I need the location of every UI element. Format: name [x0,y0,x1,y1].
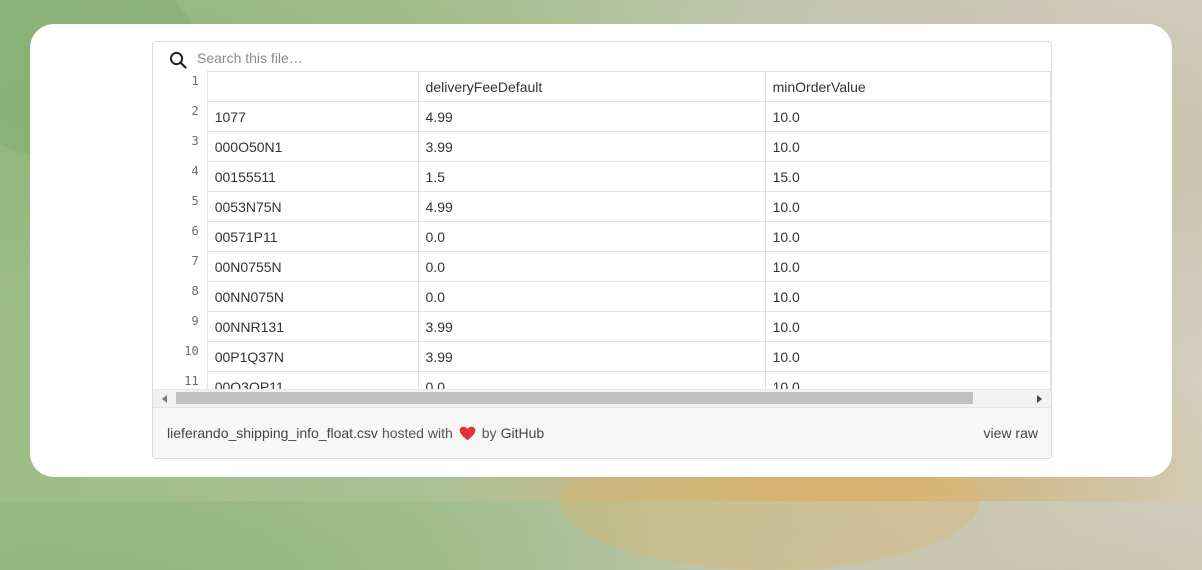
table-row: 10 00P1Q37N 3.99 10.0 [153,341,1051,372]
table-cell-min-order: 15.0 [764,161,1051,192]
table-row: 4 00155511 1.5 15.0 [153,161,1051,192]
embed-footer: lieferando_shipping_info_float.csv hoste… [153,407,1051,458]
search-input[interactable] [195,46,699,70]
table-cell-delivery-fee: 0.0 [417,251,766,282]
scroll-left-arrow-icon[interactable] [162,395,167,403]
table-row: 7 00N0755N 0.0 10.0 [153,251,1051,282]
scroll-right-arrow-icon[interactable] [1037,395,1042,403]
table-cell-id [206,71,419,102]
table-row: 8 00NN075N 0.0 10.0 [153,281,1051,312]
table-cell-min-order: 10.0 [764,131,1051,162]
search-bar [153,42,1051,71]
table-header-row: 1 deliveryFeeDefault minOrderValue [153,71,1051,102]
by-text: by [481,425,497,441]
table-cell-id: 0053N75N [206,191,419,222]
csv-table: 1 deliveryFeeDefault minOrderValue 2 1077 4.9… [153,71,1051,402]
line-number[interactable]: 6 [153,222,207,252]
hosted-with-text: hosted with [381,425,453,441]
view-raw-link[interactable]: view raw [984,425,1038,441]
table-cell-id: 00P1Q37N [206,341,419,372]
table-cell-min-order: minOrderValue [764,71,1051,102]
table-cell-min-order: 10.0 [764,341,1051,372]
line-number[interactable]: 3 [153,132,207,162]
table-cell-min-order: 10.0 [764,281,1051,312]
table-row: 9 00NNR131 3.99 10.0 [153,311,1051,342]
table-cell-id: 00155511 [206,161,419,192]
table-row: 6 00571P11 0.0 10.0 [153,221,1051,252]
table-cell-delivery-fee: 4.99 [417,191,766,222]
table-cell-id: 00NNR131 [206,311,419,342]
table-cell-delivery-fee: 3.99 [417,341,766,372]
table-row: 5 0053N75N 4.99 10.0 [153,191,1051,222]
table-cell-min-order: 10.0 [764,311,1051,342]
table-cell-delivery-fee: 3.99 [417,131,766,162]
line-number[interactable]: 10 [153,342,207,372]
search-icon [169,51,187,69]
table-row: 2 1077 4.99 10.0 [153,101,1051,132]
table-cell-id: 00571P11 [206,221,419,252]
table-cell-min-order: 10.0 [764,251,1051,282]
line-number[interactable]: 7 [153,252,207,282]
line-number[interactable]: 1 [153,72,207,102]
table-cell-delivery-fee: 3.99 [417,311,766,342]
table-cell-delivery-fee: 1.5 [417,161,766,192]
scrollbar-thumb[interactable] [176,392,973,404]
table-cell-min-order: 10.0 [764,191,1051,222]
file-name-link[interactable]: lieferando_shipping_info_float.csv [167,425,378,441]
table-cell-delivery-fee: 0.0 [417,281,766,312]
table-cell-min-order: 10.0 [764,221,1051,252]
github-link[interactable]: GitHub [501,425,545,441]
table-cell-delivery-fee: 4.99 [417,101,766,132]
line-number[interactable]: 8 [153,282,207,312]
table-cell-id: 00N0755N [206,251,419,282]
table-cell-id: 000O50N1 [206,131,419,162]
table-cell-delivery-fee: 0.0 [417,221,766,252]
table-cell-min-order: 10.0 [764,101,1051,132]
line-number[interactable]: 2 [153,102,207,132]
line-number[interactable]: 9 [153,312,207,342]
horizontal-scrollbar[interactable] [153,389,1051,407]
table-cell-delivery-fee: deliveryFeeDefault [417,71,766,102]
footer-credits: lieferando_shipping_info_float.csv hoste… [167,425,544,441]
table-row: 3 000O50N1 3.99 10.0 [153,131,1051,162]
line-number[interactable]: 5 [153,192,207,222]
heart-icon [459,426,476,440]
table-cell-id: 1077 [206,101,419,132]
table-cell-id: 00NN075N [206,281,419,312]
csv-embed: 1deliveryFeeDefaultminOrderValue210774.9… [152,41,1052,459]
line-number[interactable]: 4 [153,162,207,192]
